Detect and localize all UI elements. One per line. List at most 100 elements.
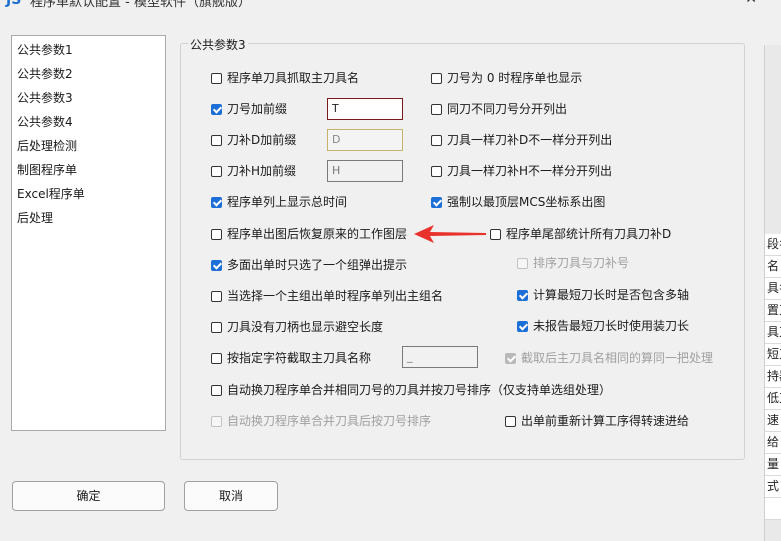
cancel-button[interactable]: 取消: [184, 481, 278, 511]
option-calc-multi-axis[interactable]: 计算最短刀长时是否包含多轴: [517, 287, 689, 303]
checkbox-d-comp-prefix[interactable]: [211, 135, 222, 146]
option-label: 未报告最短刀长时使用装刀长: [533, 319, 690, 333]
background-pane-row: 段名: [765, 234, 781, 256]
option-same-tool-d-split[interactable]: 刀具一样刀补D不一样分开列出: [431, 132, 612, 148]
group-title: 公共参数3: [188, 36, 248, 53]
sidebar-item-post-check[interactable]: 后处理检测: [12, 134, 165, 158]
background-pane-row: 给: [765, 432, 781, 454]
checkbox-tool-zero-show[interactable]: [431, 73, 442, 84]
checkbox-restore-layer[interactable]: [211, 229, 222, 240]
option-label: 多面出单时只选了一个组弹出提示: [227, 258, 408, 272]
checkbox-same-name-process: [505, 353, 516, 364]
option-label: 按指定字符截取主刀具名称: [227, 351, 372, 365]
option-cut-by-char[interactable]: 按指定字符截取主刀具名称: [211, 350, 371, 366]
sidebar-item-excel-sheet[interactable]: Excel程序单: [12, 182, 165, 206]
option-label: 刀补H加前缀: [227, 164, 297, 178]
checkbox-same-tool-d-split[interactable]: [431, 135, 442, 146]
background-pane-row: 具名: [765, 278, 781, 300]
window-title: 程序单默认配置 - 模型软件（旗舰版）: [30, 0, 251, 8]
background-pane-row: [765, 213, 781, 234]
checkbox-calc-multi-axis[interactable]: [517, 290, 528, 301]
option-label: 当选择一个主组出单时程序单列出主组名: [227, 289, 444, 303]
option-tool-zero-show[interactable]: 刀号为 0 时程序单也显示: [431, 70, 582, 86]
background-pane-row: [765, 66, 781, 87]
background-pane-row: [765, 87, 781, 108]
h-prefix-input[interactable]: H: [327, 160, 403, 182]
sidebar-item-common-params-1[interactable]: 公共参数1: [12, 38, 165, 62]
ok-button[interactable]: 确定: [12, 481, 165, 511]
option-recalc-feed[interactable]: 出单前重新计算工序得转速进给: [505, 413, 689, 429]
checkbox-tail-stats[interactable]: [490, 229, 501, 240]
option-d-comp-prefix[interactable]: 刀补D加前缀: [211, 132, 296, 148]
option-force-top-mcs[interactable]: 强制以最顶层MCS坐标系出图: [431, 194, 605, 210]
background-pane-row: 低刀: [765, 388, 781, 410]
option-label: 强制以最顶层MCS坐标系出图: [447, 195, 606, 209]
checkbox-auto-swap-sort[interactable]: [211, 385, 222, 396]
sidebar-item-common-params-4[interactable]: 公共参数4: [12, 110, 165, 134]
background-pane-row: 速: [765, 410, 781, 432]
sidebar-item-common-params-2[interactable]: 公共参数2: [12, 62, 165, 86]
option-tool-prefix[interactable]: 刀号加前缀: [211, 101, 287, 117]
checkbox-same-tool-split[interactable]: [431, 104, 442, 115]
sidebar-item-drawing-sheet[interactable]: 制图程序单: [12, 158, 165, 182]
option-label: 程序单刀具抓取主刀具名: [227, 71, 360, 85]
background-window-pane: 段名名具名置刀具刀短刀持器低刀速给量式: [764, 45, 781, 541]
cut-char-input[interactable]: _: [402, 346, 478, 368]
option-show-total-time[interactable]: 程序单列上显示总时间: [211, 194, 347, 210]
background-pane-row: 持器: [765, 366, 781, 388]
background-pane-row: 短刀: [765, 344, 781, 366]
option-multi-face-popup[interactable]: 多面出单时只选了一个组弹出提示: [211, 257, 407, 273]
checkbox-sort-tool-comp: [517, 258, 528, 269]
option-tail-stats[interactable]: 程序单尾部统计所有刀具刀补D: [490, 226, 671, 242]
sidebar-item-post-process[interactable]: 后处理: [12, 206, 165, 230]
checkbox-cut-by-char[interactable]: [211, 353, 222, 364]
background-pane-row: [765, 150, 781, 171]
option-label: 计算最短刀长时是否包含多轴: [533, 288, 690, 302]
option-label: 程序单尾部统计所有刀具刀补D: [506, 227, 672, 241]
option-auto-swap-sort[interactable]: 自动换刀程序单合并相同刀号的刀具并按刀号排序（仅支持单选组处理）: [211, 382, 611, 398]
sidebar-item-common-params-3[interactable]: 公共参数3: [12, 86, 165, 110]
option-label: 刀补D加前缀: [227, 133, 297, 147]
background-pane-row: 置刀: [765, 300, 781, 322]
checkbox-main-tool-name[interactable]: [211, 73, 222, 84]
checkbox-force-top-mcs[interactable]: [431, 197, 442, 208]
checkbox-report-tool-length[interactable]: [517, 321, 528, 332]
checkbox-show-total-time[interactable]: [211, 197, 222, 208]
category-list: 公共参数1 公共参数2 公共参数3 公共参数4 后处理检测 制图程序单 Exce…: [11, 35, 166, 431]
checkbox-same-tool-h-split[interactable]: [431, 166, 442, 177]
background-pane-row: 式: [765, 476, 781, 498]
option-label: 自动换刀程序单合并刀具后按刀号排序: [227, 414, 432, 428]
option-label: 刀具没有刀柄也显示避空长度: [227, 320, 384, 334]
d-prefix-input[interactable]: D: [327, 129, 403, 151]
background-pane-row: [765, 498, 781, 520]
option-main-tool-name[interactable]: 程序单刀具抓取主刀具名: [211, 70, 359, 86]
option-same-tool-h-split[interactable]: 刀具一样刀补H不一样分开列出: [431, 163, 612, 179]
background-pane-row: 名: [765, 256, 781, 278]
background-pane-row: 具刀: [765, 322, 781, 344]
option-list-main-group[interactable]: 当选择一个主组出单时程序单列出主组名: [211, 288, 443, 304]
background-pane-row: [765, 129, 781, 150]
background-pane-row: [765, 108, 781, 129]
checkbox-list-main-group[interactable]: [211, 291, 222, 302]
checkbox-auto-swap-merge: [211, 416, 222, 427]
close-icon[interactable]: ✕: [745, 0, 757, 7]
checkbox-multi-face-popup[interactable]: [211, 260, 222, 271]
option-label: 截取后主刀具名相同的算同一把处理: [521, 351, 714, 365]
option-h-comp-prefix[interactable]: 刀补H加前缀: [211, 163, 296, 179]
option-no-holder-avoid[interactable]: 刀具没有刀柄也显示避空长度: [211, 319, 383, 335]
background-pane-rows: 段名名具名置刀具刀短刀持器低刀速给量式: [765, 45, 781, 520]
option-auto-swap-merge: 自动换刀程序单合并刀具后按刀号排序: [211, 413, 431, 429]
option-same-tool-split[interactable]: 同刀不同刀号分开列出: [431, 101, 567, 117]
checkbox-h-comp-prefix[interactable]: [211, 166, 222, 177]
option-report-tool-length[interactable]: 未报告最短刀长时使用装刀长: [517, 318, 689, 334]
checkbox-no-holder-avoid[interactable]: [211, 322, 222, 333]
checkbox-tool-prefix[interactable]: [211, 104, 222, 115]
background-pane-row: 量: [765, 454, 781, 476]
tool-prefix-input[interactable]: T: [327, 98, 403, 120]
checkbox-recalc-feed[interactable]: [505, 416, 516, 427]
option-restore-layer[interactable]: 程序单出图后恢复原来的工作图层: [211, 226, 407, 242]
option-label: 出单前重新计算工序得转速进给: [521, 414, 690, 428]
option-label: 刀号为 0 时程序单也显示: [447, 71, 583, 85]
option-same-name-process: 截取后主刀具名相同的算同一把处理: [505, 350, 713, 366]
option-label: 刀具一样刀补D不一样分开列出: [447, 133, 613, 147]
